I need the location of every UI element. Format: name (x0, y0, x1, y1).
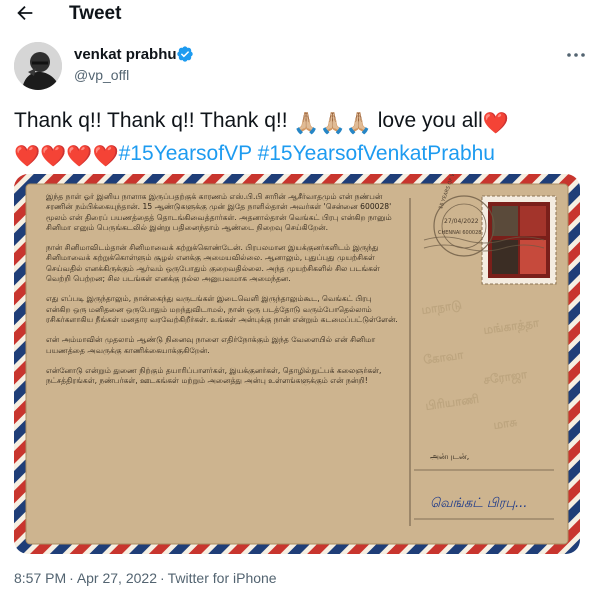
tweet-text: Thank q!! Thank q!! Thank q!! 🙏🏼🙏🏼🙏🏼 lov… (14, 106, 586, 172)
letter-signature: வெங்கட் பிரபு... (430, 496, 528, 511)
more-dots-icon (567, 53, 585, 57)
avatar[interactable] (14, 42, 62, 90)
letter-paragraph: எது எப்படி இருந்தாலும், நான்கைந்து வருடங… (46, 294, 398, 324)
prayer-emoji: 🙏🏼🙏🏼🙏🏼 (293, 112, 372, 135)
postmark-text: CHENNAI 600028 (438, 230, 482, 236)
tweet-time[interactable]: 8:57 PM (14, 570, 66, 586)
top-bar: Tweet (0, 0, 600, 30)
tweet-author: venkat prabhu @vp_offl (14, 42, 586, 92)
tweet-media-image[interactable]: மாநாடு மங்காத்தா கோவா சரோஜா பிரியாணி மாச… (14, 174, 580, 554)
tweet-date[interactable]: Apr 27, 2022 (77, 570, 157, 586)
letter-paragraph: என்னோடு என்றும் துணை நிற்கும் தயாரிப்பாள… (46, 365, 382, 386)
back-button[interactable] (14, 2, 36, 24)
meta-separator: · (159, 570, 165, 586)
tweet-meta: 8:57 PM · Apr 27, 2022 · Twitter for iPhone (14, 570, 277, 586)
display-name[interactable]: venkat prabhu (74, 46, 177, 63)
tweet-source[interactable]: Twitter for iPhone (168, 570, 277, 586)
arrow-left-icon (17, 5, 33, 21)
tweet-text-main: Thank q!! Thank q!! Thank q!! (14, 109, 288, 132)
more-options-button[interactable] (566, 48, 586, 60)
tweet-text-love: love you all (377, 109, 483, 132)
page-title: Tweet (69, 3, 122, 24)
postmark-date: 27/04/2022 (444, 218, 479, 225)
hashtag-link[interactable]: #15YearsofVP (119, 142, 252, 165)
letter-paragraph: நான் சினிமாவிடம்தான் சினிமாவைக் கற்றுக்க… (46, 243, 380, 284)
letter-paragraph: இந்த நாள் ஓர் இனிய நாளாக இருப்பதற்குக் க… (46, 192, 392, 232)
letter-paragraph: என் அம்மாவின் முதலாம் ஆண்டு நினைவு நாளை … (46, 335, 376, 355)
verified-badge-icon (176, 45, 194, 63)
user-handle[interactable]: @vp_offl (74, 67, 129, 83)
hearts-emoji: ❤️❤️❤️❤️ (14, 145, 119, 168)
letter-sign-off: அன்புடன், (430, 452, 470, 461)
hashtag-link[interactable]: #15YearsofVenkatPrabhu (258, 142, 495, 165)
meta-separator: · (69, 570, 74, 586)
letter-text: இந்த நாள் ஓர் இனிய நாளாக இருப்பதற்குக் க… (46, 192, 398, 396)
heart-emoji: ❤️ (482, 112, 509, 135)
avatar-image (14, 42, 62, 90)
